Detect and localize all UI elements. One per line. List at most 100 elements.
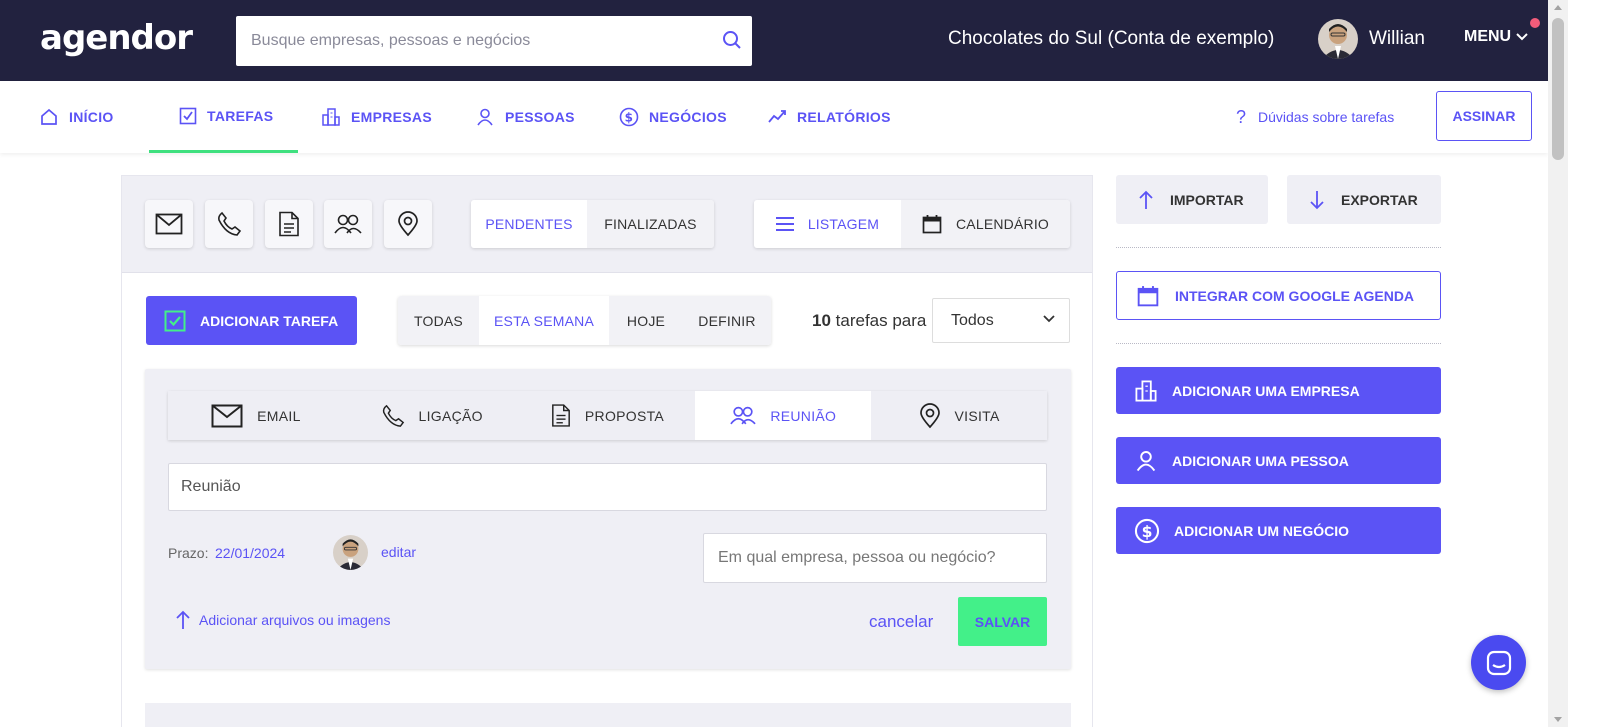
attach-files-link[interactable]: Adicionar arquivos ou imagens — [175, 610, 390, 630]
task-count: 10 tarefas para — [812, 311, 926, 331]
tab-hoje[interactable]: HOJE — [609, 296, 683, 345]
tab-todas[interactable]: TODAS — [398, 296, 479, 345]
assignee-value: Todos — [951, 311, 994, 329]
type-tab-label: EMAIL — [257, 407, 301, 424]
dollar-icon: $ — [1134, 518, 1160, 543]
nav-item-inicio[interactable]: INÍCIO — [39, 81, 114, 153]
phone-icon — [382, 404, 404, 427]
save-button[interactable]: SALVAR — [958, 597, 1047, 646]
import-button[interactable]: IMPORTAR — [1116, 175, 1268, 224]
type-tab-proposta[interactable]: PROPOSTA — [520, 391, 696, 440]
tasks-panel: PENDENTES FINALIZADAS LISTAGEM CALENDÁRI… — [121, 175, 1093, 727]
add-person-button[interactable]: ADICIONAR UMA PESSOA — [1116, 437, 1441, 484]
nav-item-label: NEGÓCIOS — [649, 109, 727, 125]
nav-bar: INÍCIO TAREFAS EMPRESAS PESSOAS $ NEGÓCI… — [0, 81, 1548, 153]
add-task-button[interactable]: ADICIONAR TAREFA — [146, 296, 357, 345]
tab-listagem[interactable]: LISTAGEM — [754, 200, 901, 248]
chat-widget-button[interactable] — [1471, 635, 1526, 690]
scrollbar-thumb[interactable] — [1552, 18, 1564, 160]
filter-call-button[interactable] — [205, 200, 253, 248]
related-input[interactable] — [704, 534, 1046, 582]
help-label: Dúvidas sobre tarefas — [1258, 109, 1395, 125]
document-icon — [279, 211, 299, 237]
help-link[interactable]: ? Dúvidas sobre tarefas — [1236, 81, 1394, 153]
filter-meeting-button[interactable] — [324, 200, 372, 248]
assignee-avatar[interactable] — [333, 535, 368, 570]
add-deal-button[interactable]: $ ADICIONAR UM NEGÓCIO — [1116, 507, 1441, 554]
svg-text:$: $ — [1142, 522, 1153, 540]
logo[interactable]: agendor — [40, 18, 193, 58]
svg-text:$: $ — [625, 111, 634, 125]
filter-proposal-button[interactable] — [265, 200, 313, 248]
type-tab-reuniao[interactable]: REUNIÃO — [695, 391, 872, 440]
type-tab-email[interactable]: EMAIL — [168, 391, 344, 440]
tab-definir[interactable]: DEFINIR — [683, 296, 771, 345]
person-icon — [477, 108, 493, 126]
subscribe-button[interactable]: ASSINAR — [1436, 91, 1532, 141]
edit-assignee-link[interactable]: editar — [381, 544, 416, 560]
arrow-up-icon — [176, 610, 190, 629]
map-pin-icon — [398, 211, 418, 237]
filter-visit-button[interactable] — [384, 200, 432, 248]
related-field — [703, 533, 1047, 583]
account-name[interactable]: Chocolates do Sul (Conta de exemplo) — [948, 28, 1274, 50]
checkbox-icon — [179, 107, 197, 124]
nav-item-relatorios[interactable]: RELATÓRIOS — [767, 81, 891, 153]
avatar[interactable] — [1318, 19, 1358, 59]
type-tab-ligacao[interactable]: LIGAÇÃO — [344, 391, 520, 440]
task-count-number: 10 — [812, 311, 831, 330]
chevron-down-icon — [1516, 33, 1528, 41]
assignee-select[interactable]: Todos — [932, 298, 1070, 343]
dollar-icon: $ — [619, 107, 639, 127]
chat-icon — [1486, 650, 1511, 675]
task-count-suffix: tarefas para — [835, 311, 927, 330]
deadline-label: Prazo: — [168, 545, 209, 561]
top-bar: agendor Chocolates do Sul (Conta de exem… — [0, 0, 1548, 81]
menu-button[interactable]: MENU — [1464, 28, 1529, 46]
nav-item-tarefas[interactable]: TAREFAS — [149, 81, 298, 153]
filter-email-button[interactable] — [145, 200, 193, 248]
nav-item-label: TAREFAS — [207, 107, 274, 124]
tab-calendario[interactable]: CALENDÁRIO — [901, 200, 1070, 248]
google-calendar-button[interactable]: INTEGRAR COM GOOGLE AGENDA — [1116, 271, 1441, 320]
scroll-down-arrow[interactable] — [1554, 717, 1562, 722]
people-icon — [334, 214, 362, 234]
person-icon — [1136, 450, 1156, 471]
type-tab-label: PROPOSTA — [584, 407, 665, 424]
search-input[interactable] — [236, 16, 706, 66]
status-tabs: PENDENTES FINALIZADAS — [471, 200, 714, 248]
nav-item-label: INÍCIO — [69, 109, 114, 125]
user-name[interactable]: Willian — [1369, 28, 1425, 50]
search-icon[interactable] — [722, 30, 742, 55]
nav-item-empresas[interactable]: EMPRESAS — [321, 81, 432, 153]
list-icon — [775, 217, 794, 231]
add-company-button[interactable]: ADICIONAR UMA EMPRESA — [1116, 367, 1441, 414]
nav-item-pessoas[interactable]: PESSOAS — [475, 81, 575, 153]
tab-pendentes[interactable]: PENDENTES — [471, 200, 587, 248]
tasks-toolbar: PENDENTES FINALIZADAS LISTAGEM CALENDÁRI… — [122, 176, 1092, 273]
chart-line-icon — [768, 110, 786, 123]
deadline-date[interactable]: 22/01/2024 — [215, 545, 285, 561]
google-calendar-label: INTEGRAR COM GOOGLE AGENDA — [1175, 287, 1415, 304]
cancel-link[interactable]: cancelar — [869, 612, 933, 632]
checkbox-icon — [164, 310, 186, 331]
nav-item-label: EMPRESAS — [351, 109, 432, 125]
tab-finalizadas[interactable]: FINALIZADAS — [587, 200, 714, 248]
view-tabs: LISTAGEM CALENDÁRIO — [754, 200, 1070, 248]
scrollbar[interactable] — [1548, 0, 1568, 727]
task-title-field[interactable]: Reunião — [168, 463, 1047, 511]
search-box — [236, 16, 752, 66]
calendar-icon — [1137, 285, 1159, 306]
add-person-label: ADICIONAR UMA PESSOA — [1172, 452, 1349, 469]
type-tab-visita[interactable]: VISITA — [871, 391, 1047, 440]
nav-item-negocios[interactable]: $ NEGÓCIOS — [619, 81, 727, 153]
type-tab-label: VISITA — [954, 407, 1000, 424]
export-button[interactable]: EXPORTAR — [1287, 175, 1441, 224]
new-task-form: EMAIL LIGAÇÃO PROPOSTA REUNIÃO VISITA Re… — [145, 369, 1071, 669]
scroll-up-arrow[interactable] — [1554, 5, 1562, 10]
tab-esta-semana[interactable]: ESTA SEMANA — [479, 296, 609, 345]
import-label: IMPORTAR — [1170, 191, 1244, 208]
home-icon — [41, 108, 57, 125]
envelope-icon — [211, 404, 243, 427]
divider — [1116, 247, 1441, 248]
